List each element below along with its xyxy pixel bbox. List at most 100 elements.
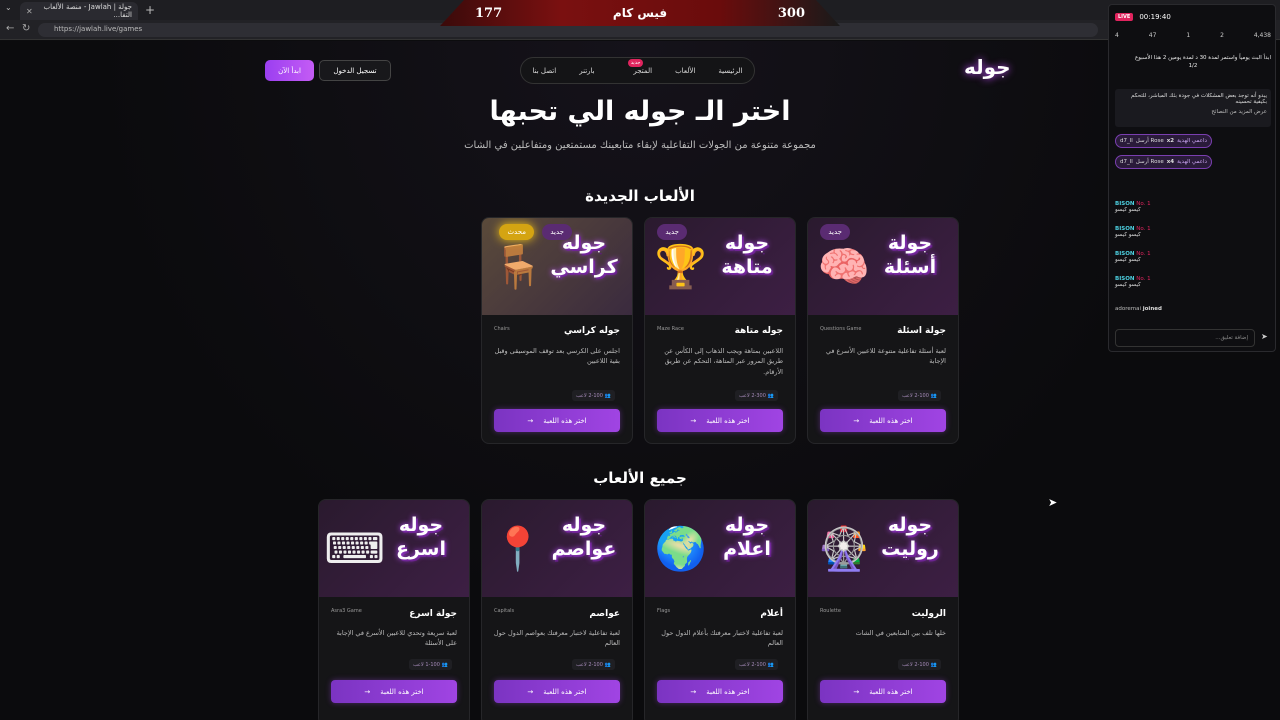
gift-text: أرسل Rose (1135, 159, 1164, 165)
new-badge: جديد (542, 224, 572, 240)
game-thumbnail: جوله اسرع ⌨ (319, 500, 469, 597)
streak-progress: 1/2 (1188, 62, 1198, 69)
arrow-icon: → (527, 416, 534, 425)
game-card-capitals[interactable]: جوله عواصم 📍 عواصم Capitals لعبة تفاعلية… (481, 499, 633, 720)
game-description: لعبة تفاعلية لاختبار معرفتك بعواصم الدول… (493, 629, 620, 648)
game-thumbnail: جوله كراسي 🪑 جديد محدث (482, 218, 632, 315)
arrow-icon: → (527, 687, 534, 696)
choose-label: اختر هذه اللعبة (869, 416, 913, 425)
players-icon: 👥 (604, 661, 612, 668)
back-icon[interactable]: ← (6, 23, 14, 34)
gift-tag: داعمي الهدية (1177, 159, 1207, 165)
site-logo[interactable]: جوله (964, 55, 1011, 79)
live-timer: 00:19:40 (1139, 13, 1171, 21)
games-page: جوله الرئيسية الألعاب المتجرجديد بارتنر … (0, 41, 1280, 720)
thumb-title: جوله اعلام (723, 514, 771, 560)
streak-goal: ابدأ البث يومياً واستمر لمدة 30 د لمدة ي… (1115, 55, 1271, 70)
page-subtitle: مجموعة متنوعة من الجولات التفاعلية لإبقا… (464, 140, 816, 151)
globe-icon: 🌍 (654, 524, 708, 573)
game-card-fastest[interactable]: جوله اسرع ⌨ جولة اسرع Asra3 Game لعبة سر… (318, 499, 470, 720)
choose-game-button[interactable]: اختر هذه اللعبة → (494, 409, 620, 432)
game-card-chairs[interactable]: جوله كراسي 🪑 جديد محدث جوله كراسي Chairs… (481, 217, 633, 444)
choose-game-button[interactable]: اختر هذه اللعبة → (820, 409, 946, 432)
players-count: 2-100 لاعب (576, 661, 603, 668)
nav-store[interactable]: المتجرجديد (618, 58, 652, 75)
tab-title: جولة | Jawlah - منصة الألعاب التفا... (43, 3, 132, 19)
game-english-name: Maze Race (657, 326, 684, 332)
players-badge: 👥 2-100 لاعب (898, 390, 942, 401)
streak-goal-text: ابدأ البث يومياً واستمر لمدة 30 د لمدة ي… (1134, 55, 1271, 61)
login-button[interactable]: تسجيل الدخول (319, 60, 391, 81)
thumb-title: جوله اسرع (396, 514, 446, 560)
nav-games[interactable]: الألعاب (675, 67, 695, 75)
gift-text: أرسل Rose (1135, 138, 1164, 144)
live-chat-panel: LIVE 00:19:40 4 47 1 2 4,438 ابدأ البث ي… (1108, 4, 1276, 352)
gift-count: x4 (1166, 159, 1175, 165)
start-now-button[interactable]: ابدأ الآن (265, 60, 314, 81)
choose-game-button[interactable]: اختر هذه اللعبة → (657, 680, 783, 703)
chat-message: BISON No. 1 كيسو كيسو (1115, 201, 1271, 213)
stat-viewers: 4 (1115, 32, 1119, 39)
chat-message: BISON No. 1 كيسو كيسو (1115, 276, 1271, 288)
stat-shares: 2 (1220, 32, 1224, 39)
choose-label: اختر هذه اللعبة (706, 416, 750, 425)
send-icon[interactable]: ➤ (1261, 332, 1268, 341)
gift-message: d7_ll أرسل Rose x2 داعمي الهدية (1115, 134, 1212, 148)
game-card-questions[interactable]: جولة أسئلة 🧠 جديد جولة اسئلة Questions G… (807, 217, 959, 444)
new-tab-icon[interactable]: + (145, 3, 155, 17)
joined-text: joined (1142, 306, 1162, 312)
players-icon: 👥 (767, 661, 775, 668)
score-right: 300 (777, 5, 805, 21)
players-count: 2-100 لاعب (576, 392, 603, 399)
browser-tab[interactable]: جولة | Jawlah - منصة الألعاب التفا... ✕ (20, 2, 138, 20)
thumb-title: جوله متاهة (721, 232, 773, 278)
arrow-icon: → (853, 687, 860, 696)
all-games-heading: جميع الألعاب (593, 469, 687, 487)
game-card-flags[interactable]: جوله اعلام 🌍 أعلام Flags لعبة تفاعلية لا… (644, 499, 796, 720)
gift-count: x2 (1166, 138, 1175, 144)
choose-game-button[interactable]: اختر هذه اللعبة → (494, 680, 620, 703)
nav-contact[interactable]: اتصل بنا (533, 67, 557, 75)
close-tab-icon[interactable]: ✕ (26, 7, 33, 16)
choose-game-button[interactable]: اختر هذه اللعبة → (820, 680, 946, 703)
game-name: جولة اسئلة (897, 326, 946, 336)
gift-user: d7_ll (1120, 159, 1133, 165)
notice-link[interactable]: عرض المزيد من النصائح (1119, 109, 1267, 115)
chair-icon: 🪑 (491, 242, 545, 291)
game-thumbnail: جوله متاهة 🏆 جديد (645, 218, 795, 315)
game-name: الروليت (911, 609, 946, 619)
players-badge: 👥 2-100 لاعب (735, 659, 779, 670)
game-english-name: Asra3 Game (331, 608, 362, 614)
players-icon: 👥 (930, 661, 938, 668)
thumb-title: جولة أسئلة (883, 232, 937, 278)
choose-game-button[interactable]: اختر هذه اللعبة → (331, 680, 457, 703)
game-name: عواصم (589, 609, 620, 619)
joined-user[interactable]: adoremai (1115, 306, 1141, 312)
tab-menu-icon[interactable]: ⌄ (5, 3, 12, 12)
players-icon: 👥 (767, 392, 775, 399)
choose-game-button[interactable]: اختر هذه اللعبة → (657, 409, 783, 432)
mouse-cursor-icon: ➤ (1048, 496, 1058, 509)
players-badge: 👥 2-300 لاعب (735, 390, 779, 401)
players-icon: 👥 (604, 392, 612, 399)
game-description: اللاعبين بمتاهة ويجب الذهاب إلى الكأس عن… (664, 347, 783, 376)
reload-icon[interactable]: ↻ (22, 23, 30, 34)
game-thumbnail: جوله عواصم 📍 (482, 500, 632, 597)
new-badge: جديد (657, 224, 687, 240)
players-badge: 👥 2-100 لاعب (898, 659, 942, 670)
stat-likes: 4,438 (1253, 32, 1271, 39)
chat-text: كيسو كيسو (1115, 257, 1141, 263)
game-english-name: Capitals (494, 608, 515, 614)
nav-partner[interactable]: بارتنر (579, 67, 594, 75)
arrow-icon: → (690, 687, 697, 696)
game-description: لعبة تفاعلية لاختبار معرفتك بأعلام الدول… (661, 629, 783, 648)
players-count: 2-100 لاعب (902, 661, 929, 668)
game-card-roulette[interactable]: جوله روليت 🎡 الروليت Roulette خلها تلف ب… (807, 499, 959, 720)
game-name: أعلام (760, 609, 783, 619)
page-title: اختر الـ جوله الي تحبها (489, 96, 791, 127)
game-english-name: Chairs (494, 326, 510, 332)
game-card-maze[interactable]: جوله متاهة 🏆 جديد جوله متاهة Maze Race ا… (644, 217, 796, 444)
chat-input[interactable]: إضافة تعليق... (1115, 329, 1255, 347)
players-icon: 👥 (930, 392, 938, 399)
nav-home[interactable]: الرئيسية (718, 67, 742, 75)
